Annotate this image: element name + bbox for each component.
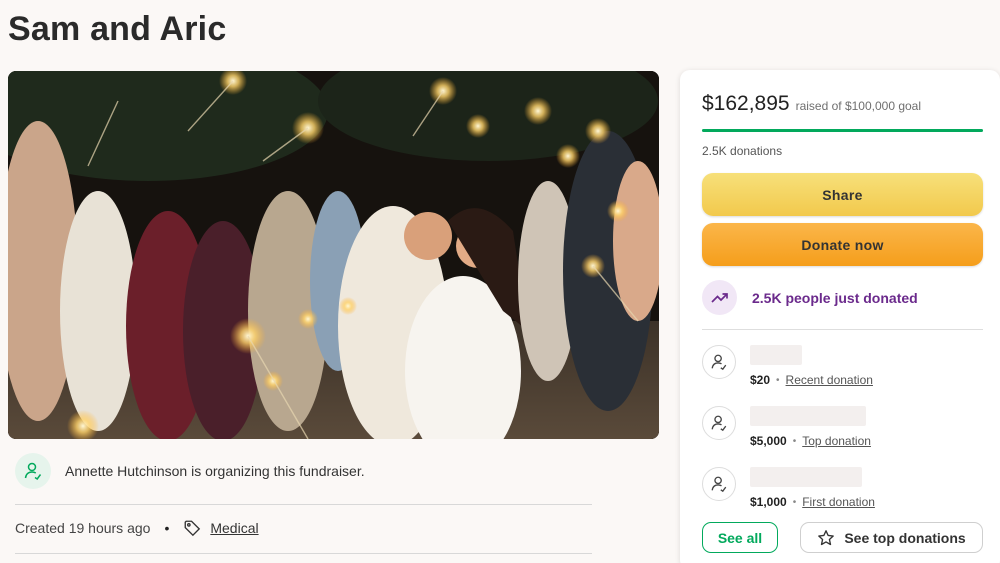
donor-name: [750, 467, 862, 487]
donor-name: [750, 345, 802, 365]
separator-dot: •: [164, 520, 170, 536]
donor-amount: $5,000: [750, 434, 787, 448]
progress-fill: [702, 129, 983, 132]
person-icon: [24, 462, 42, 481]
momentum-text: 2.5K people just donated: [752, 289, 918, 306]
divider: [702, 329, 983, 330]
donate-now-button[interactable]: Donate now: [702, 223, 983, 266]
person-icon: [711, 476, 727, 493]
divider: [15, 504, 592, 505]
separator-dot: •: [792, 435, 797, 447]
donor-avatar: [702, 345, 736, 379]
momentum-banner: 2.5K people just donated: [702, 280, 918, 315]
donations-count: 2.5K donations: [702, 144, 783, 158]
page-title: Sam and Aric: [8, 10, 227, 48]
separator-dot: •: [792, 496, 797, 508]
campaign-photo: [8, 71, 659, 439]
donor-amount: $1,000: [750, 495, 787, 509]
tag-icon: [184, 520, 201, 537]
trending-up-icon: [710, 292, 728, 303]
donation-type-link[interactable]: Recent donation: [786, 373, 873, 387]
category-link[interactable]: Medical: [210, 520, 258, 536]
trend-badge: [702, 280, 737, 315]
donor-item-recent: $20 • Recent donation: [702, 345, 873, 387]
raised-summary: $162,895 raised of $100,000 goal: [702, 92, 921, 116]
donation-type-link[interactable]: First donation: [802, 495, 875, 509]
organizer-text: Annette Hutchinson is organizing this fu…: [65, 463, 365, 479]
donation-sidebar: $162,895 raised of $100,000 goal 2.5K do…: [680, 70, 1000, 563]
see-top-donations-label: See top donations: [844, 529, 966, 546]
star-icon: [818, 529, 835, 545]
organizer-avatar: [15, 453, 51, 489]
organizer-row: Annette Hutchinson is organizing this fu…: [15, 452, 365, 490]
person-icon: [711, 415, 727, 432]
donor-avatar: [702, 467, 736, 501]
created-time: Created 19 hours ago: [15, 520, 151, 536]
share-button[interactable]: Share: [702, 173, 983, 216]
progress-bar: [702, 129, 983, 132]
campaign-meta: Created 19 hours ago • Medical: [15, 519, 259, 537]
donation-type-link[interactable]: Top donation: [802, 434, 871, 448]
donor-item-top: $5,000 • Top donation: [702, 406, 871, 448]
donor-item-first: $1,000 • First donation: [702, 467, 875, 509]
raised-goal: raised of $100,000 goal: [795, 99, 922, 113]
see-top-donations-button[interactable]: See top donations: [800, 522, 983, 553]
raised-amount: $162,895: [702, 92, 790, 115]
person-icon: [711, 354, 727, 371]
donor-amount: $20: [750, 373, 771, 387]
donor-avatar: [702, 406, 736, 440]
see-all-button[interactable]: See all: [702, 522, 778, 553]
donor-name: [750, 406, 866, 426]
separator-dot: •: [776, 374, 780, 386]
divider: [15, 553, 592, 554]
